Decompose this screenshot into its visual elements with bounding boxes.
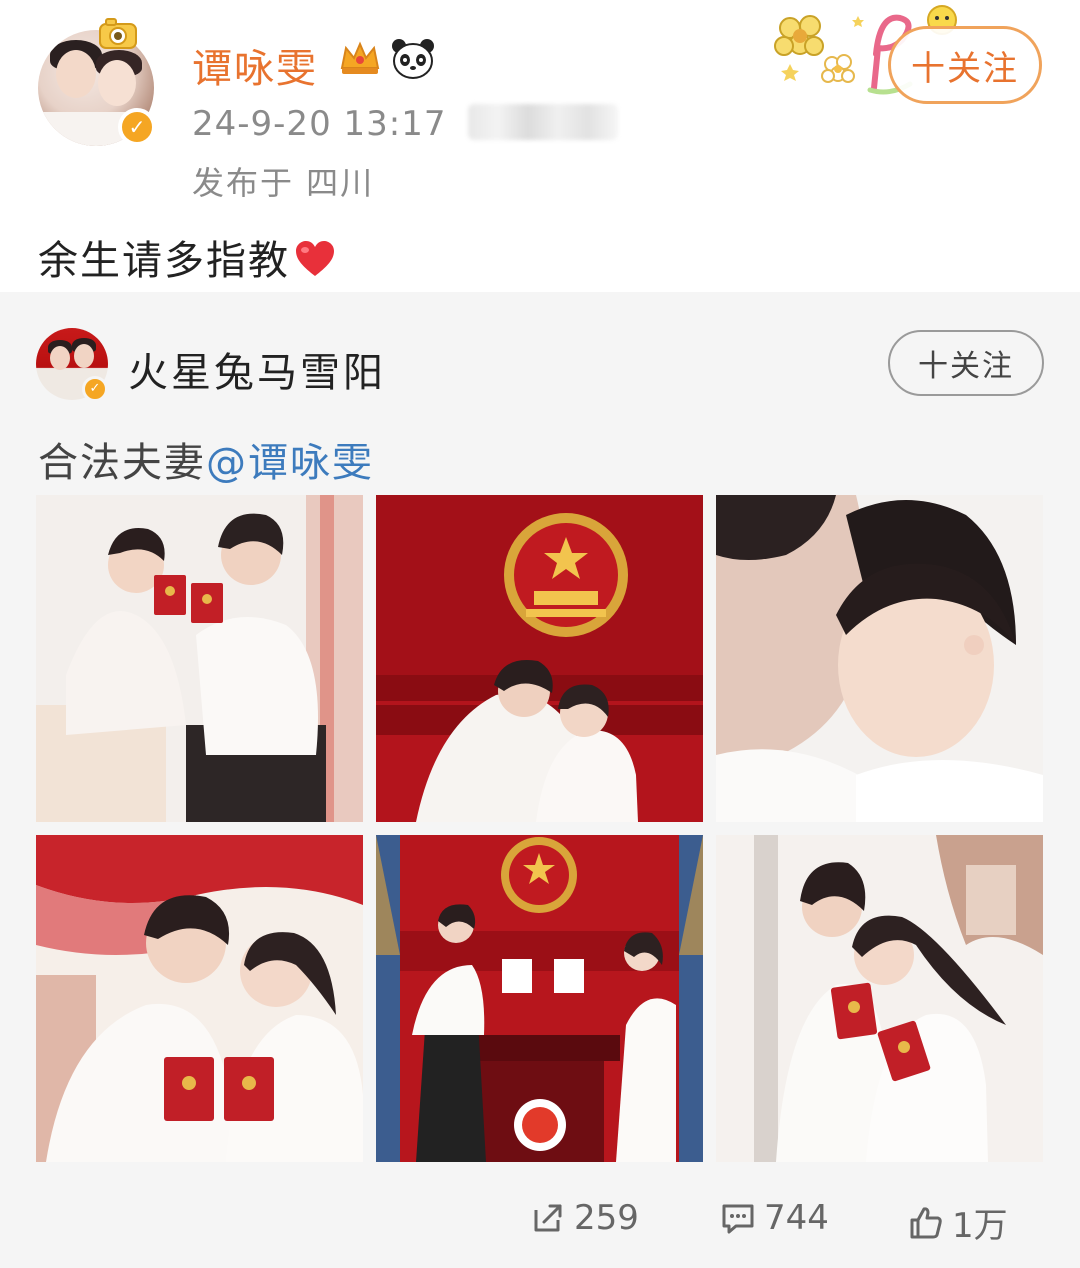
mention-link[interactable]: @谭咏雯 — [206, 440, 374, 486]
camera-icon — [99, 18, 137, 49]
verified-badge-icon: ✓ — [82, 376, 108, 402]
author-username[interactable]: 谭咏雯 — [192, 36, 318, 94]
blurred-source — [468, 104, 618, 140]
like-count: 1万 — [952, 1206, 1008, 1246]
follow-button[interactable]: 十关注 — [888, 26, 1042, 104]
repost-card[interactable]: ✓ 火星兔马雪阳 十关注 合法夫妻@谭咏雯 259 744 1万 — [0, 292, 1080, 1268]
photo-grid — [36, 495, 1044, 1163]
photo-thumbnail[interactable] — [716, 495, 1043, 822]
repost-author-username[interactable]: 火星兔马雪阳 — [128, 340, 386, 398]
crown-icon — [340, 41, 380, 74]
share-icon — [534, 1204, 562, 1232]
like-button[interactable]: 1万 — [908, 1198, 1008, 1247]
action-bar: 259 744 1万 — [0, 1190, 1080, 1254]
post-location: 发布于 四川 — [192, 164, 375, 202]
comment-count: 744 — [764, 1198, 829, 1238]
photo-thumbnail[interactable] — [36, 495, 363, 822]
share-count: 259 — [574, 1198, 639, 1238]
verified-badge-icon: ✓ — [118, 108, 156, 146]
comment-icon — [722, 1204, 754, 1234]
repost-follow-button[interactable]: 十关注 — [888, 330, 1044, 396]
share-button[interactable]: 259 — [530, 1198, 639, 1238]
photo-thumbnail[interactable] — [376, 835, 703, 1162]
thumbs-up-icon — [910, 1206, 942, 1238]
photo-thumbnail[interactable] — [716, 835, 1043, 1162]
heart-icon — [296, 241, 334, 276]
repost-text-body: 合法夫妻 — [38, 440, 206, 486]
post-header: ✓ 谭咏雯 24-9-20 13:17 发布于 四川 十关注 — [0, 0, 1080, 215]
caption-text: 余生请多指教 — [38, 238, 290, 284]
panda-icon — [392, 39, 434, 79]
repost-text: 合法夫妻@谭咏雯 — [38, 430, 374, 488]
post-timestamp: 24-9-20 13:17 — [192, 104, 447, 144]
comment-button[interactable]: 744 — [720, 1198, 829, 1238]
post-caption: 余生请多指教 — [38, 228, 336, 286]
photo-thumbnail[interactable] — [36, 835, 363, 1162]
photo-thumbnail[interactable] — [376, 495, 703, 822]
